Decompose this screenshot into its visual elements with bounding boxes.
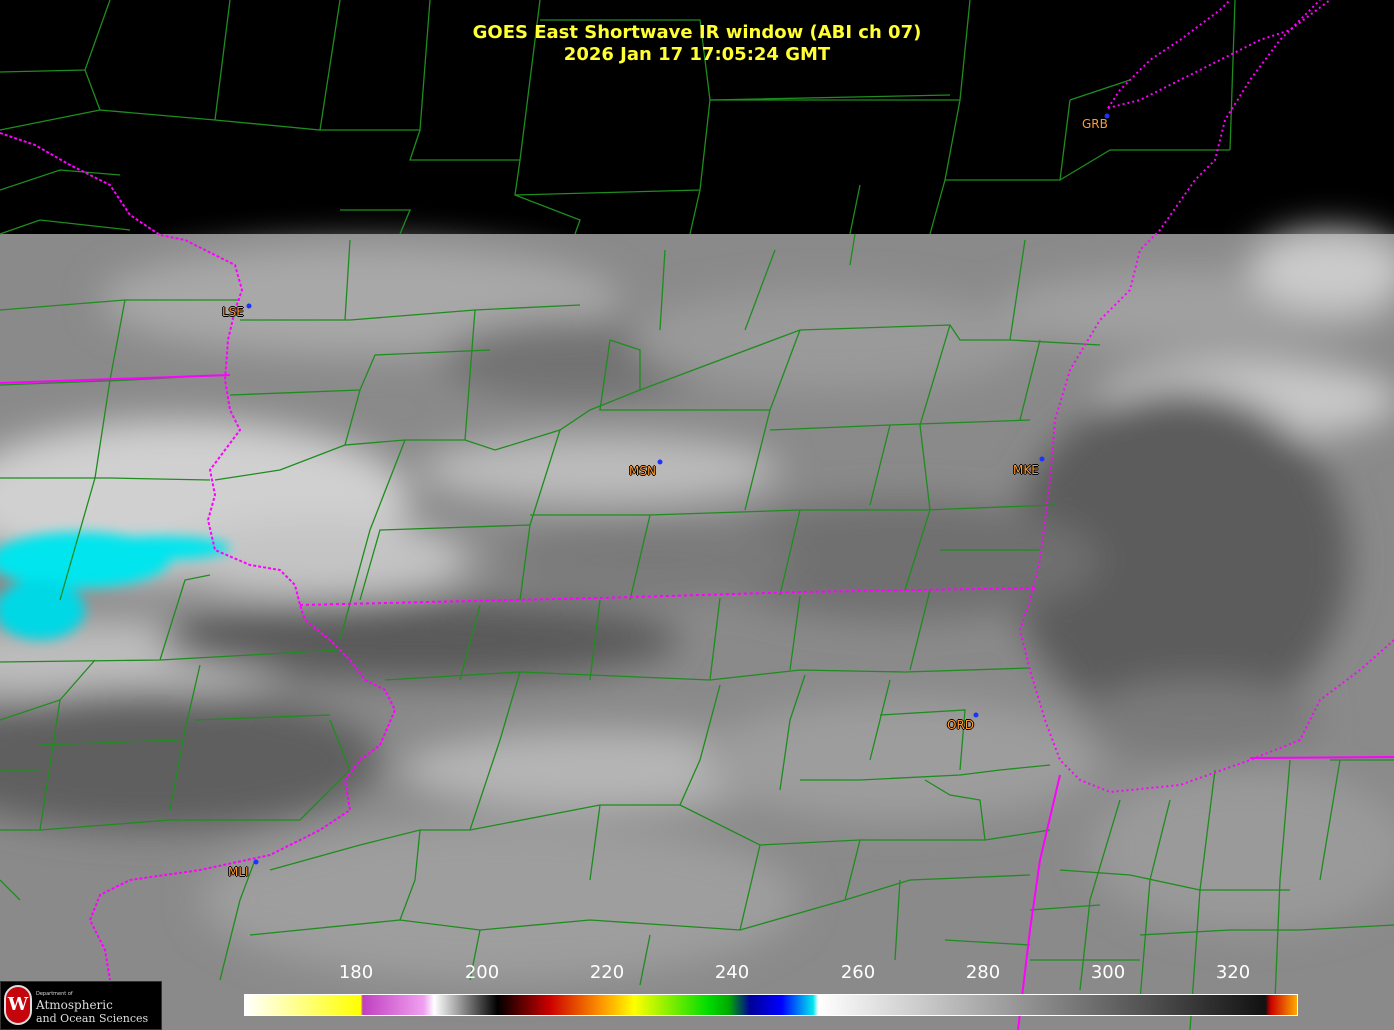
station-label-lse: LSE <box>222 305 244 319</box>
satellite-map <box>0 0 1394 1030</box>
logo-small-text: Department of <box>36 991 73 997</box>
uw-seal-icon: W <box>4 985 32 1025</box>
aos-logo: W Department of Atmospheric and Ocean Sc… <box>0 981 162 1030</box>
image-timestamp: 2026 Jan 17 17:05:24 GMT <box>563 44 831 65</box>
image-title: GOES East Shortwave IR window (ABI ch 07… <box>472 22 922 43</box>
station-label-mke: MKE <box>1013 463 1039 477</box>
ir-imagery <box>0 230 1394 1030</box>
colorbar-tick-200: 200 <box>464 962 500 983</box>
station-label-ord: ORD <box>947 718 975 732</box>
colorbar-tick-320: 320 <box>1215 962 1251 983</box>
logo-line1: Atmospheric <box>36 998 113 1012</box>
station-label-grb: GRB <box>1082 117 1108 131</box>
colorbar-tick-220: 220 <box>589 962 625 983</box>
colorbar-tick-280: 280 <box>965 962 1001 983</box>
colorbar-tick-300: 300 <box>1090 962 1126 983</box>
station-label-msn: MSN <box>629 464 656 478</box>
temperature-colorbar <box>244 994 1298 1016</box>
logo-line2: and Ocean Sciences <box>36 1012 149 1025</box>
station-label-mli: MLI <box>228 865 249 879</box>
satellite-image-viewer: GOES East Shortwave IR window (ABI ch 07… <box>0 0 1394 1030</box>
colorbar-tick-240: 240 <box>714 962 750 983</box>
colorbar-tick-260: 260 <box>840 962 876 983</box>
colorbar-tick-180: 180 <box>338 962 374 983</box>
